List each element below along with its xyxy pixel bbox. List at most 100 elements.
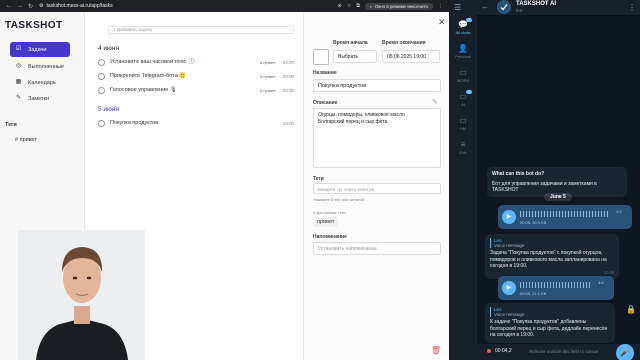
date-separator: June 5 — [544, 193, 572, 201]
folder-icon: ▭ — [459, 92, 467, 101]
voice-duration: 00:05, 21.1 KB — [520, 291, 547, 296]
menu-icon[interactable]: ⋮ — [438, 3, 443, 9]
reminder-input[interactable]: Установить напоминание — [313, 242, 441, 255]
incognito-label: Окно в режиме инкогнито — [374, 3, 428, 9]
edit-icon[interactable]: ✎ — [432, 98, 438, 106]
task-list: 4 июня Установите ваш часовой пояс 🕐 # п… — [98, 45, 294, 129]
webcam-overlay — [18, 230, 145, 360]
sidebar-item-tasks[interactable]: ☑ Задачи — [10, 42, 70, 57]
voice-message-outgoing[interactable]: ▶ 00:05, 21.1 KB 4:4 — [498, 276, 614, 300]
back-icon[interactable]: ← — [6, 3, 12, 9]
description-label: Описание — [313, 100, 338, 106]
hamburger-icon[interactable]: ☰ — [454, 3, 461, 12]
folder-label: Edit — [459, 150, 467, 155]
task-row[interactable]: Покупка продуктов 19:00 — [98, 117, 294, 129]
unread-badge: 3 — [466, 18, 472, 22]
back-arrow-icon[interactable]: ← — [481, 2, 489, 11]
voice-message-outgoing[interactable]: ▶ 00:05, 30.3 KB 4:4 — [498, 205, 632, 229]
task-checkbox[interactable] — [98, 72, 105, 80]
task-name-input[interactable]: Покупка продуктов — [313, 79, 441, 92]
reply-quote-text: Voice message — [494, 312, 525, 317]
folder-personal[interactable]: 👤 Personal — [449, 44, 477, 59]
task-checkbox[interactable] — [98, 119, 105, 127]
name-label: Название — [313, 70, 337, 76]
recording-time: 00:04,2 — [495, 348, 512, 354]
folder-ai[interactable]: ▭ 2 AI — [449, 90, 477, 107]
task-title: Голосовое управление 🎙 — [110, 87, 177, 93]
end-time-picker[interactable]: 05.06.2025 19:00 — [382, 50, 440, 63]
chat-subtitle: bot — [516, 8, 523, 13]
url-text: taskshot.mess-ai.ru/app/tasks — [46, 3, 113, 9]
add-task-input[interactable]: + Добавить задачу — [108, 26, 294, 34]
task-description-textarea[interactable]: Огурцы, помидоры, оливковое масло Болгар… — [313, 108, 441, 168]
intro-text: Бот для управления задачами и заметками … — [492, 181, 597, 193]
folder-edit[interactable]: ≡ Edit — [449, 140, 477, 155]
voice-waveform[interactable] — [520, 211, 608, 217]
play-icon[interactable]: ▶ — [502, 210, 516, 224]
close-icon[interactable]: ✕ — [438, 17, 446, 28]
folder-hm[interactable]: ▭ HM — [449, 116, 477, 131]
eye-off-icon[interactable]: ⊘ — [338, 3, 342, 9]
folder-work[interactable]: ▭ WORK — [449, 68, 477, 83]
recording-hint: Release outside this field to cancel — [529, 349, 599, 354]
tags-heading: Теги — [5, 122, 17, 128]
start-time-picker[interactable]: Выбрать — [333, 50, 377, 63]
star-icon[interactable]: ☆ — [347, 3, 351, 9]
microphone-icon[interactable]: 🎤 — [616, 344, 634, 360]
address-bar[interactable]: ⚙ taskshot.mess-ai.ru/app/tasks — [39, 3, 113, 9]
bot-avatar-image — [497, 0, 511, 14]
sidebar-item-notes[interactable]: ✎ Заметки — [10, 91, 70, 106]
reply-quote-text: Voice message — [494, 243, 525, 248]
lock-icon[interactable]: 🔒 — [626, 305, 636, 314]
calendar-icon: ▦ — [15, 79, 22, 85]
reply-quote[interactable]: Leo Voice message — [490, 307, 610, 317]
sidebar-item-label: Календарь — [28, 79, 56, 86]
folder-label: All chats — [455, 30, 471, 35]
reply-text: Задача "Покупка продуктов" с покупкой ог… — [490, 250, 607, 269]
play-icon[interactable]: ▶ — [502, 281, 516, 295]
task-tag: # привет — [260, 59, 276, 65]
recording-dot-icon — [487, 349, 491, 353]
site-info-icon[interactable]: ⚙ — [39, 3, 43, 9]
task-row[interactable]: Установите ваш часовой пояс 🕐 # привет 0… — [98, 56, 294, 68]
reply-quote[interactable]: Leo Voice message — [490, 238, 614, 248]
presenter-video — [18, 230, 145, 360]
bot-reply-message: Leo Voice message К задаче "Покупка прод… — [485, 303, 615, 343]
app-logo: TASKSHOT — [5, 20, 63, 31]
task-title: Прикрепите Telegram-бота 🙂 — [110, 73, 187, 79]
incognito-badge[interactable]: ◐ Окно в режиме инкогнито — [364, 2, 433, 10]
task-checkbox[interactable] — [98, 86, 105, 94]
task-time: 19:00 — [282, 120, 294, 126]
task-tag: # привет — [260, 87, 276, 93]
note-icon: ✎ — [15, 95, 22, 101]
extensions-icon[interactable]: ⧉ — [356, 3, 360, 9]
sliders-icon: ≡ — [460, 140, 466, 149]
bot-avatar[interactable] — [497, 0, 511, 14]
folder-all-chats[interactable]: 💬 3 All chats — [449, 18, 477, 35]
sidebar-item-calendar[interactable]: ▦ Календарь — [10, 75, 70, 90]
forward-icon[interactable]: → — [17, 3, 23, 9]
sidebar-item-completed[interactable]: ◎ Выполненные — [10, 59, 70, 74]
end-time-label: Время окончания — [382, 40, 426, 46]
message-time: 4:4 — [616, 209, 622, 214]
sidebar-item-label: Заметки — [28, 95, 50, 102]
task-complete-checkbox[interactable] — [313, 49, 329, 65]
day-heading: 5 июня — [98, 106, 120, 113]
folder-icon: ▭ — [459, 116, 467, 125]
reload-icon[interactable]: ↻ — [28, 3, 33, 10]
task-time: 03:00 — [282, 73, 294, 79]
available-tags-label: # Доступные теги — [313, 210, 346, 215]
tags-input[interactable]: Введите тег через запятую — [313, 183, 441, 194]
task-row[interactable]: Голосовое управление 🎙 # привет 03:00 — [98, 84, 294, 96]
sidebar-item-label: Задачи — [28, 46, 47, 53]
task-row[interactable]: Прикрепите Telegram-бота 🙂 # привет 03:0… — [98, 70, 294, 82]
more-icon[interactable]: ⋮ — [628, 3, 636, 12]
voice-duration: 00:05, 30.3 KB — [520, 220, 547, 225]
trash-icon[interactable]: 🗑 — [431, 346, 441, 355]
task-checkbox[interactable] — [98, 58, 105, 66]
folder-label: AI — [461, 102, 465, 107]
start-time-label: Время начала — [333, 40, 368, 46]
voice-waveform[interactable] — [520, 282, 590, 288]
available-tag-chip[interactable]: привет — [313, 217, 339, 227]
sidebar-tag[interactable]: # привет — [15, 137, 37, 143]
